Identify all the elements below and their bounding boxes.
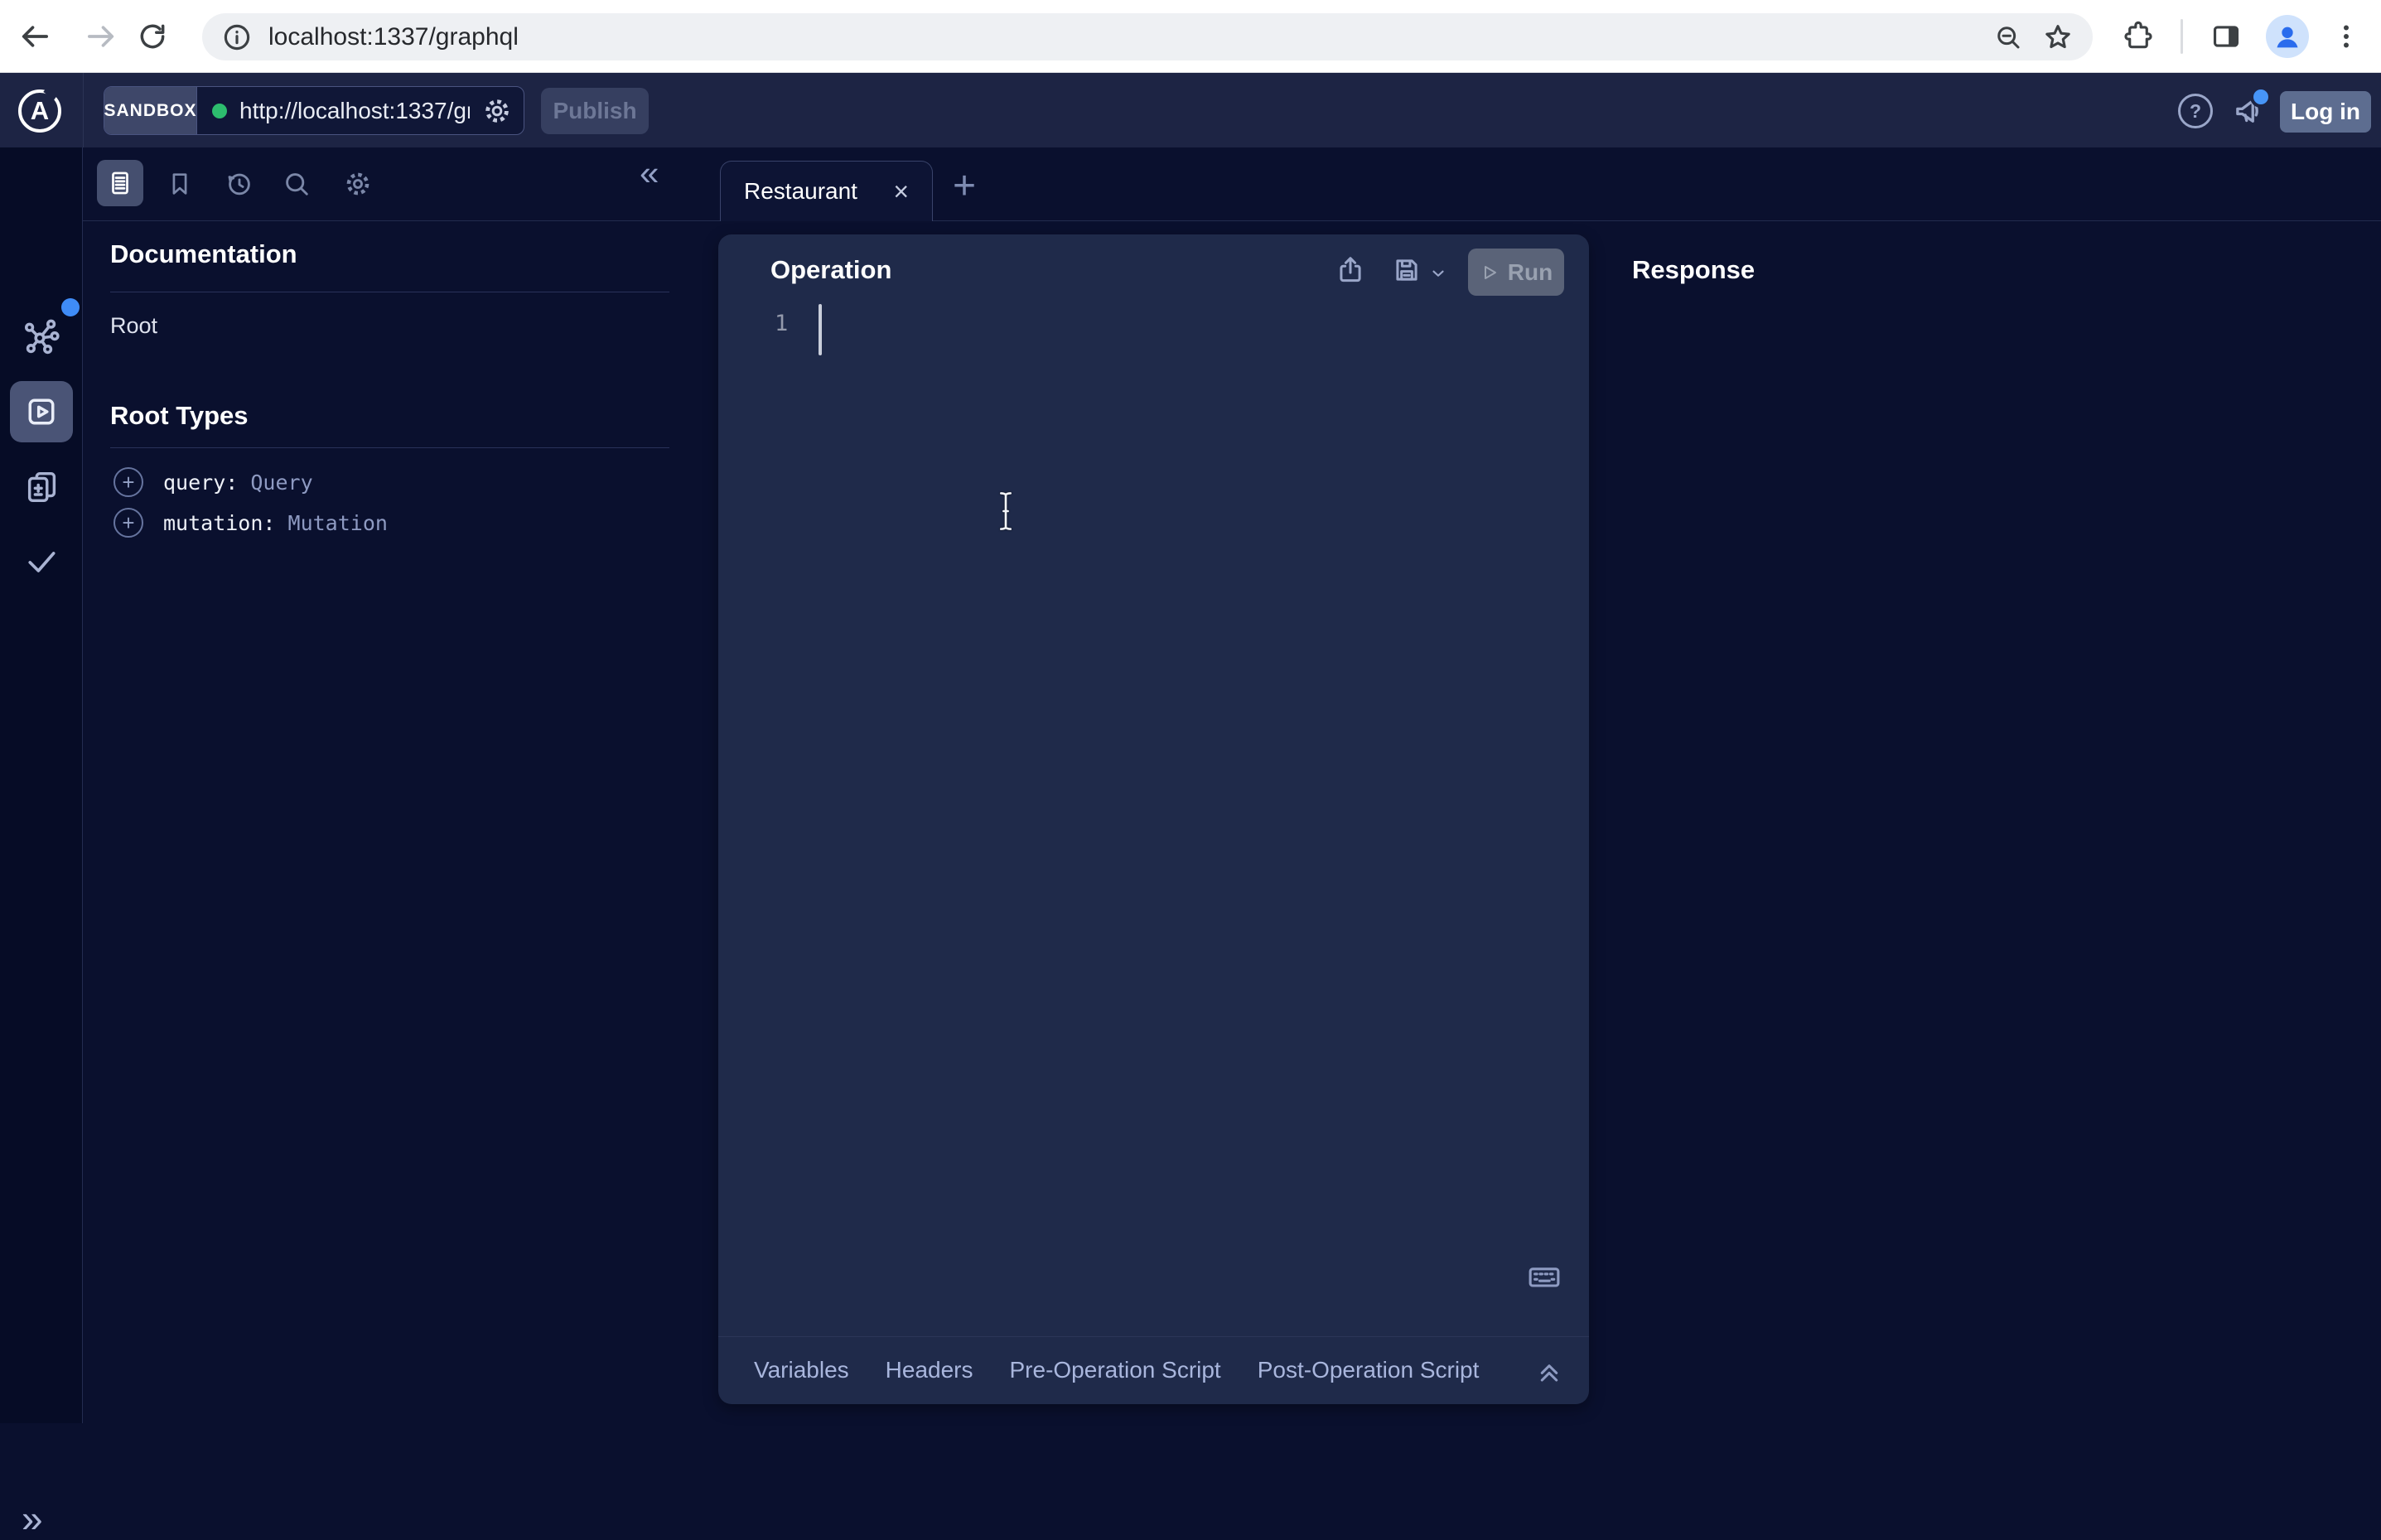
editor-line-number: 1	[775, 311, 788, 336]
question-glyph: ?	[2190, 100, 2201, 123]
endpoint-url-input[interactable]: http://localhost:1337/gra...	[197, 87, 524, 134]
field-space	[275, 511, 287, 535]
root-types-title: Root Types	[110, 401, 249, 431]
connection-status-dot	[212, 104, 227, 118]
browser-menu-icon[interactable]	[2326, 17, 2366, 56]
side-panel-icon[interactable]	[2206, 17, 2246, 56]
graph-notification-dot	[61, 298, 80, 316]
mouse-ibeam-cursor	[994, 490, 1017, 532]
apollo-logo[interactable]: A	[18, 89, 61, 133]
editor-footer-tabs: Variables Headers Pre-Operation Script P…	[718, 1337, 1589, 1403]
site-info-icon[interactable]	[219, 19, 255, 56]
tab-documentation[interactable]	[97, 160, 143, 206]
run-play-icon	[1480, 263, 1500, 282]
left-navigation-rail: »	[0, 147, 83, 1423]
field-type-link[interactable]: Query	[250, 471, 312, 495]
browser-forward-icon[interactable]	[81, 17, 121, 56]
share-icon[interactable]	[1335, 254, 1366, 286]
expand-rail-icon[interactable]: »	[22, 1499, 43, 1538]
collapse-panel-icon[interactable]: «	[640, 156, 659, 191]
extensions-icon[interactable]	[2118, 17, 2158, 56]
profile-avatar[interactable]	[2266, 15, 2309, 58]
graph-icon[interactable]	[22, 316, 61, 356]
url-text: localhost:1337/graphql	[268, 23, 1977, 51]
documentation-title: Documentation	[110, 239, 297, 269]
tab-settings-gear-icon[interactable]	[343, 169, 373, 199]
response-title: Response	[1632, 255, 1755, 285]
field-space	[238, 471, 250, 495]
tab-history-icon[interactable]	[225, 169, 254, 199]
save-icon[interactable]	[1391, 254, 1422, 286]
announcement-notification-dot	[2250, 86, 2272, 108]
tab-post-operation-script[interactable]: Post-Operation Script	[1258, 1357, 1480, 1383]
operation-title: Operation	[770, 255, 891, 285]
apollo-sandbox-app: localhost:1337/graphql A SANDBOX h	[0, 0, 2381, 1423]
operation-tab-restaurant[interactable]: Restaurant ×	[720, 161, 933, 221]
doc-root-item[interactable]: Root	[110, 313, 157, 339]
sidebar-item-schema[interactable]	[23, 468, 61, 506]
announcements-icon[interactable]	[2229, 91, 2268, 131]
sidebar-item-checklist[interactable]	[23, 543, 60, 580]
browser-back-icon[interactable]	[15, 17, 55, 56]
help-icon[interactable]: ?	[2178, 94, 2213, 128]
bookmark-star-icon[interactable]	[2040, 19, 2076, 56]
address-bar[interactable]: localhost:1337/graphql	[202, 13, 2093, 60]
endpoint-url-text: http://localhost:1337/gra...	[239, 98, 470, 124]
header-divider	[83, 73, 84, 147]
add-field-icon[interactable]: +	[113, 467, 143, 497]
field-name: query:	[163, 471, 238, 495]
tab-bookmarks-icon[interactable]	[165, 169, 195, 199]
browser-reload-icon[interactable]	[133, 17, 172, 56]
root-type-row-query: + query: Query	[113, 464, 313, 500]
keyboard-shortcuts-icon[interactable]	[1526, 1258, 1562, 1295]
expand-footer-icon[interactable]	[1531, 1353, 1567, 1389]
close-tab-icon[interactable]: ×	[893, 178, 909, 205]
apollo-logo-letter: A	[31, 96, 49, 126]
tab-pre-operation-script[interactable]: Pre-Operation Script	[1010, 1357, 1221, 1383]
run-label: Run	[1508, 259, 1553, 286]
field-name: mutation:	[163, 511, 275, 535]
editor-caret	[819, 304, 822, 355]
save-menu-chevron-icon[interactable]	[1429, 264, 1447, 282]
tab-label: Restaurant	[744, 178, 857, 205]
operation-panel: Operation Run 1 Variables Headers Pre-Op…	[718, 234, 1589, 1404]
panel-header-divider	[83, 220, 2381, 221]
zoom-icon[interactable]	[1990, 19, 2026, 56]
browser-toolbar: localhost:1337/graphql	[0, 0, 2381, 73]
run-button[interactable]: Run	[1468, 249, 1564, 296]
publish-button[interactable]: Publish	[541, 88, 649, 134]
tab-search-icon[interactable]	[282, 169, 312, 199]
tab-variables[interactable]: Variables	[754, 1357, 849, 1383]
toolbar-separator	[2181, 19, 2183, 54]
root-type-row-mutation: + mutation: Mutation	[113, 504, 388, 541]
field-type-link[interactable]: Mutation	[288, 511, 388, 535]
endpoint-settings-gear-icon[interactable]	[482, 96, 512, 126]
divider	[110, 447, 669, 448]
login-button[interactable]: Log in	[2280, 91, 2371, 133]
sidebar-item-explorer[interactable]	[10, 381, 73, 442]
new-tab-icon[interactable]: +	[944, 159, 984, 212]
tab-headers[interactable]: Headers	[886, 1357, 973, 1383]
sandbox-badge: SANDBOX	[104, 87, 197, 134]
endpoint-group: SANDBOX http://localhost:1337/gra...	[104, 86, 524, 135]
add-field-icon[interactable]: +	[113, 508, 143, 538]
